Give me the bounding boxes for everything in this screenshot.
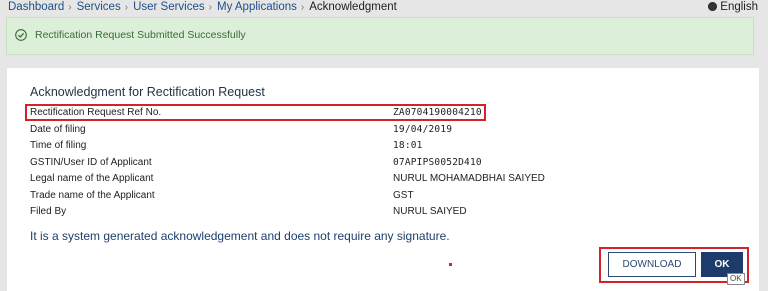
breadcrumb-user-services[interactable]: User Services: [133, 1, 205, 13]
detail-label: Rectification Request Ref No.: [30, 107, 162, 118]
breadcrumb-current: Acknowledgment: [309, 1, 397, 13]
detail-label: Filed By: [30, 206, 67, 217]
language-label: English: [720, 1, 758, 13]
detail-value: 18:01: [393, 140, 423, 151]
detail-label: Legal name of the Applicant: [30, 173, 154, 184]
detail-value: GST: [393, 189, 414, 201]
system-note: It is a system generated acknowledgement…: [30, 229, 450, 243]
detail-value: NURUL SAIYED: [393, 206, 467, 217]
detail-label: Date of filing: [30, 123, 86, 135]
breadcrumb-separator: ›: [68, 2, 72, 13]
language-selector[interactable]: English: [708, 1, 758, 13]
detail-value: 19/04/2019: [393, 123, 453, 135]
card-title: Acknowledgment for Rectification Request: [30, 85, 265, 99]
detail-label: Time of filing: [30, 140, 87, 151]
detail-label: GSTIN/User ID of Applicant: [30, 156, 152, 168]
globe-icon: [708, 2, 718, 11]
detail-value: NURUL MOHAMADBHAI SAIYED: [393, 173, 545, 184]
alert-message: Rectification Request Submitted Successf…: [35, 29, 246, 41]
breadcrumb: Dashboard › Services › User Services › My Appl…: [8, 1, 397, 13]
check-icon: [15, 29, 27, 41]
ok-tooltip: OK: [727, 273, 745, 285]
breadcrumb-services[interactable]: Services: [77, 1, 121, 13]
top-bar: Dashboard › Services › User Services › My Appl…: [0, 0, 768, 16]
breadcrumb-separator: ›: [208, 2, 212, 13]
detail-value: ZA0704190004210: [393, 107, 482, 118]
success-alert: Rectification Request Submitted Successf…: [6, 17, 754, 55]
breadcrumb-my-applications[interactable]: My Applications: [217, 1, 297, 13]
breadcrumb-dashboard[interactable]: Dashboard: [8, 1, 64, 13]
breadcrumb-separator: ›: [124, 2, 129, 13]
download-button[interactable]: DOWNLOAD: [608, 252, 696, 277]
annotation-dot: [449, 263, 452, 266]
detail-value: 07APIPS0052D410: [393, 156, 482, 168]
detail-label: Trade name of the Applicant: [30, 189, 155, 201]
breadcrumb-separator: ›: [300, 2, 305, 13]
acknowledgment-card: Acknowledgment for Rectification Request…: [7, 68, 759, 291]
